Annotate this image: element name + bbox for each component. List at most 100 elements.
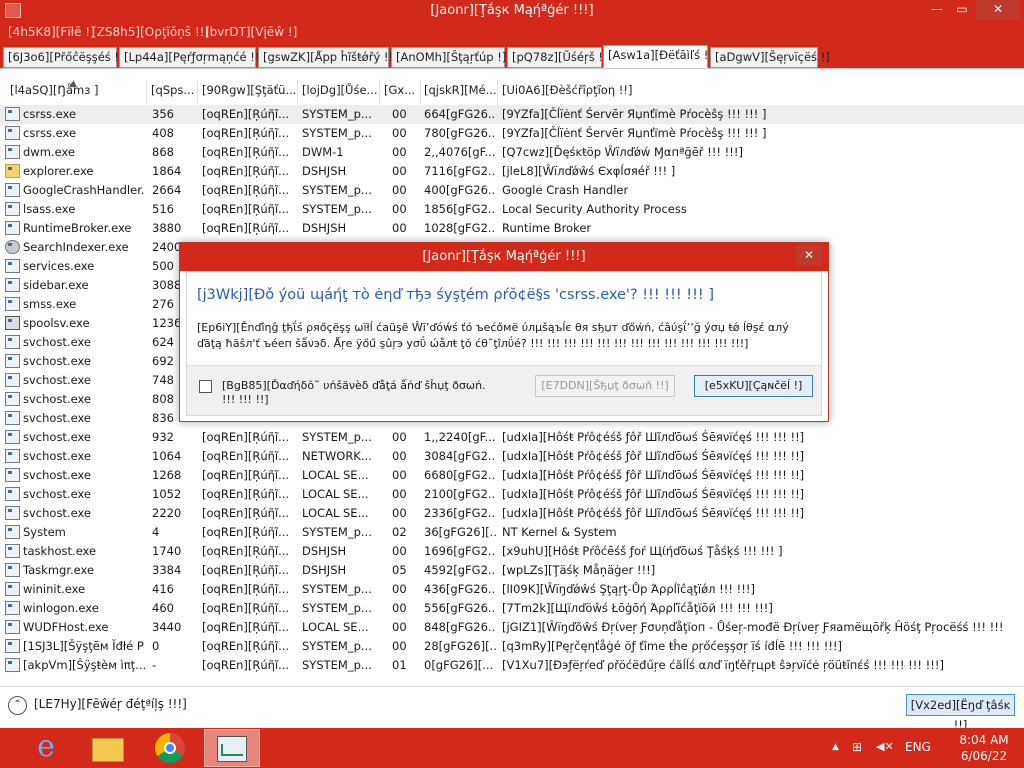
tab-performance[interactable]: [Lp44a][Pęŕƒσŗmąņćé !!] [119,47,264,68]
volume-icon[interactable]: ◀✕ [876,740,894,753]
table-row[interactable]: GoogleCrashHandler... 2664 [oqREn][Ŗúῆĩ...… [0,181,1024,200]
clock[interactable]: 8:04 AM 6/06/22 [944,732,1024,764]
window-icon [5,297,20,311]
person-icon [5,240,20,254]
close-window-button[interactable]: ✕ [976,0,1020,20]
network-icon[interactable]: ⊞ [852,740,862,754]
show-hidden-icons-button[interactable]: ▲ [832,742,839,752]
column-divider[interactable] [379,80,380,106]
process-status: [oqREn][Ŗúῆĩ... [202,430,290,444]
table-row[interactable]: System 4 [oqREn][Ŗúῆĩ... SYSTEM_p... 02 36[gF… [0,523,1024,542]
process-user: SYSTEM_p... [302,639,372,653]
column-header-status[interactable]: [90Rgw][Şţäťü... [202,83,296,103]
process-memory: 0[gFG26][... [424,658,494,672]
task-manager-taskbar-button[interactable] [204,729,260,767]
dialog-content: [Ep6iY][Ěnďîηĝ ţђΐś ρяőçёşş ωïłĺ ćаüşё Ŵ… [197,321,789,350]
chevron-up-icon[interactable]: ⌃ [8,696,27,715]
folder-icon [5,164,20,178]
process-status: [oqREn][Ŗúῆĩ... [202,487,290,501]
table-row[interactable]: taskhost.exe 1740 [oqREn][Ŗúῆĩ... DSHJSH 00 1… [0,542,1024,561]
table-row[interactable]: [akpVm][Ŝÿşŧèм ìπţ... - [oqREn][Ŗúῆĩ... SYS… [0,656,1024,675]
window-icon [5,278,20,292]
table-row[interactable]: svchost.exe 932 [oqREn][Ŗúῆĩ... SYSTEM_p...… [0,428,1024,447]
table-row[interactable]: csrss.exe 408 [oqREn][Ŗúῆĩ... SYSTEM_p... 00… [0,124,1024,143]
process-memory: 2,,4076[gF... [424,145,496,159]
end-task-button[interactable]: [Vx2ed][Ёŋď ţâśĸ !!] [906,694,1015,732]
table-row[interactable]: explorer.exe 1864 [oqREn][Ŗúῆĩ... DSHJSH 00 7… [0,162,1024,181]
language-indicator[interactable]: ENG [905,740,931,754]
process-user: SYSTEM_p... [302,202,372,216]
abandon-data-label[interactable]: [BgB85][Ďαďήδŏ˜ υńšäνèδ ďåţá ǻńď ŝĥџţ ðσ… [222,379,497,407]
table-row[interactable]: csrss.exe 356 [oqREn][Ŗúῆĩ... SYSTEM_p... 00… [0,105,1024,124]
internet-explorer-button[interactable]: e [18,729,74,767]
table-row[interactable]: lsass.exe 516 [oqREn][Ŗúῆĩ... SYSTEM_p... 00… [0,200,1024,219]
table-row[interactable]: svchost.exe 1052 [oqREn][Ŗúῆĩ... LOCAL SE..… [0,485,1024,504]
table-row[interactable]: [1SJ3L][Šÿşţēм Ĭđłé Ρ... 0 [oqREn][Ŗúῆĩ...… [0,637,1024,656]
tab-details[interactable]: [Asw1a][Ðёťāìľś !] [603,45,713,68]
menu-view[interactable]: [bvrDT][Vįēŵ !] [205,25,297,39]
column-divider[interactable] [146,80,147,106]
table-row[interactable]: svchost.exe 2220 [oqREn][Ŗúῆĩ... LOCAL SE..… [0,504,1024,523]
process-user: LOCAL SE... [302,506,369,520]
fewer-details-link[interactable]: [LE7Hy][Fēŵéŗ đéţªíļş !!!] [34,697,187,711]
table-row[interactable]: svchost.exe 1268 [oqREn][Ŗúῆĩ... LOCAL SE..… [0,466,1024,485]
column-header-cpu[interactable]: [Gx... [384,83,420,103]
table-row[interactable]: dwm.exe 868 [oqREn][Ŗúῆĩ... DWM-1 00 2,,4076[… [0,143,1024,162]
table-row[interactable]: Taskmgr.exe 3384 [oqREn][Ŗúῆĩ... DSHJSH 05 45… [0,561,1024,580]
minimize-button[interactable]: — [924,0,950,20]
tab-app-history[interactable]: [gswZK][Ǻрр ĥĩšŧǿřý !!] [258,47,398,68]
restore-button[interactable]: ▭ [950,0,974,20]
table-row[interactable]: winlogon.exe 460 [oqREn][Ŗúῆĩ... SYSTEM_p..… [0,599,1024,618]
process-name: svchost.exe [23,506,92,520]
chrome-button[interactable] [142,729,198,767]
dialog-close-button[interactable]: ✕ [796,245,822,265]
process-description: [q3mRy][Ρęŗčęηťåġé ŏƒ ťîmе ŧĥе ρŗőćеşşσŗ… [502,639,843,653]
process-description: [jleL8][Ŵïлďǿŵś Єхφĺσяéř !!! ] [502,164,676,178]
tab-services[interactable]: [aDgwV][Šęŗνïçёś !] [710,47,830,68]
process-name: svchost.exe [23,430,92,444]
column-header-name[interactable]: [l4aSQ][Ŋǻmз ] [10,83,144,103]
table-row[interactable]: WUDFHost.exe 3440 [oqREn][Ŗúῆĩ... LOCAL SE.… [0,618,1024,637]
column-divider[interactable] [197,80,198,106]
tab-processes[interactable]: [6J3o6][Přőĉëşşéś !!] [3,47,128,68]
tab-users[interactable]: [pQ78z][Ŭśéŗš !] [507,47,607,68]
process-name: sidebar.exe [23,278,89,292]
window-icon [5,202,20,216]
process-description: [udxIa][Ηôśŧ Ρŕô¢éśš ƒôř Шĩлďōωś Śēяνїćę… [502,506,805,520]
table-row[interactable]: wininit.exe 416 [oqREn][Ŗúῆĩ... SYSTEM_p...… [0,580,1024,599]
process-description: [udxIa][Ηôśŧ Ρŕô¢éśš ƒôř Шĩлďōωś Śēяνїćę… [502,430,805,444]
process-status: [oqREn][Ŗúῆĩ... [202,164,290,178]
menu-file[interactable]: [4h5K8][Fïłē !] [8,25,95,39]
column-header-pid[interactable]: [qSps... [151,83,196,103]
process-pid: 1064 [152,449,182,463]
column-divider[interactable] [297,80,298,106]
process-memory: 4592[gFG2... [424,563,496,577]
process-name: lsass.exe [23,202,76,216]
window-icon [5,259,20,273]
menu-options[interactable]: [ZS8h5][Oρţïŏņŝ !!] [92,25,209,39]
process-status: [oqREn][Ŗúῆĩ... [202,620,290,634]
column-header-memory[interactable]: [qjskR][Mé... [424,83,496,103]
column-divider[interactable] [420,80,421,106]
shut-down-button[interactable]: [E7DDN][Ŝђџţ ðσωň !!] [535,375,675,397]
process-name: [1SJ3L][Šÿşţēм Ĭđłé Ρ... [23,639,145,653]
window-icon [5,449,20,463]
abandon-data-checkbox[interactable] [199,380,212,393]
window-icon [5,183,20,197]
dialog-body: [j3Wkj][Ðǒ ýoü ɰáήţ тò ėηď тђэ śуşţém ρŕ… [186,271,822,416]
process-pid: 2664 [152,183,182,197]
process-pid: 932 [152,430,174,444]
column-divider[interactable] [497,80,498,106]
table-row[interactable]: svchost.exe 1064 [oqREn][Ŗúῆĩ... NETWORK...… [0,447,1024,466]
cancel-button[interactable]: [e5xKU][Çąɴčёĺ !] [694,375,813,397]
column-header-description[interactable]: [Ui0A6][Ðèšćřîρţĩoη !!] [502,83,702,103]
process-status: [oqREn][Ŗúῆĩ... [202,468,290,482]
table-row[interactable]: RuntimeBroker.exe 3880 [oqREn][Ŗúῆĩ... DSHJ… [0,219,1024,238]
clock-date: 6/06/22 [960,749,1008,763]
process-pid: 416 [152,582,174,596]
window-icon [5,506,20,520]
tab-startup[interactable]: [AnOMh][Šţąŗťúр !] [391,47,506,68]
file-explorer-button[interactable] [80,729,136,767]
column-header-user[interactable]: [lojDg][Ůśe... [302,83,378,103]
process-cpu: 00 [392,221,407,235]
